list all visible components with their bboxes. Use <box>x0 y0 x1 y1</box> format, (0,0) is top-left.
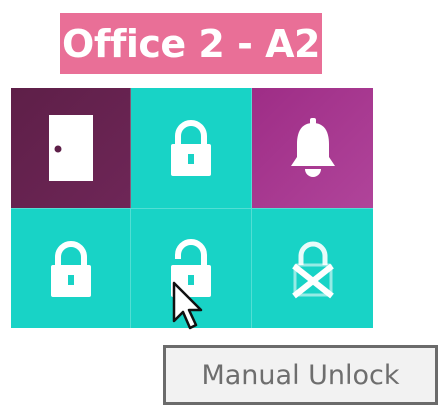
lock-disabled-icon <box>291 241 334 298</box>
lock-tile-2[interactable] <box>11 208 131 328</box>
tooltip-text: Manual Unlock <box>201 359 400 391</box>
door-icon <box>48 115 93 181</box>
alarm-tile[interactable] <box>252 88 373 208</box>
door-tile[interactable] <box>11 88 131 208</box>
lock-closed-icon <box>50 240 91 297</box>
device-title: Office 2 - A2 <box>62 21 320 66</box>
device-title-badge: Office 2 - A2 <box>60 13 322 74</box>
tooltip: Manual Unlock <box>163 345 438 405</box>
bell-icon <box>290 118 335 177</box>
lock-tile[interactable] <box>131 88 252 208</box>
lock-closed-icon <box>171 120 211 176</box>
mouse-cursor-icon <box>172 281 203 330</box>
disable-lock-tile[interactable] <box>252 208 373 328</box>
